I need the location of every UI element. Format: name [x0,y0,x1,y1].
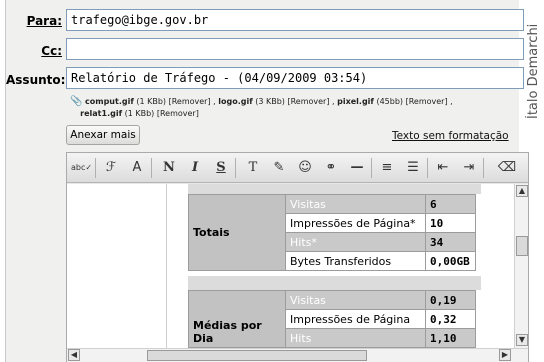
vertical-scrollbar[interactable]: ▲ ▼ [514,184,528,348]
metric-value: 6 [426,195,475,213]
metric-label: Hits [286,329,425,347]
horizontal-rule-icon[interactable]: — [347,159,367,177]
spellcheck-icon[interactable]: abc✓ [71,159,92,177]
metric-label: Visitas [286,195,425,213]
photo-credit: Ítalo Demarchi [526,4,542,119]
attachment-size: (1 KBb) [136,97,167,106]
attachment-size: (3 KBb) [255,97,285,106]
metric-value: 0,32 [426,310,475,328]
editor-toolbar: abc✓ ℱ A N I S T ✎ ☺ ⚭ — ≡ ☰ ⇤ ⇥ ⌫ [67,153,528,183]
remove-link[interactable]: [Remover] [169,97,211,106]
photo-credit-text: Ítalo Demarchi [526,23,541,119]
bold-button[interactable]: N [159,159,179,177]
text-color-icon[interactable]: T [243,159,263,177]
to-label: Para: [26,14,62,28]
attachment-size: (1 KBb) [124,109,155,118]
cc-label: Cc: [41,44,62,58]
attachment-list: 📎 comput.gif (1 KBb) [Remover] , logo.gi… [70,96,520,120]
plain-text-link[interactable]: Texto sem formatação [392,130,509,142]
rich-text-editor: abc✓ ℱ A N I S T ✎ ☺ ⚭ — ≡ ☰ ⇤ ⇥ ⌫ Totai… [66,152,529,362]
toolbar-divider [95,158,96,178]
attachment-name: pixel.gif [337,97,374,106]
metric-label: Bytes Transferidos [286,252,425,270]
subject-label: Assunto: [6,73,66,87]
attachment-size: (45bb) [376,97,404,106]
subject-field[interactable]: Relatório de Tráfego - (04/09/2009 03:54… [66,67,524,89]
highlight-icon[interactable]: ✎ [269,159,289,177]
metric-value: 0,00GB [426,252,475,270]
attachment-name: logo.gif [218,97,253,106]
clear-format-icon[interactable]: ⌫ [497,159,517,177]
list-icon[interactable]: ☰ [403,159,423,177]
table-spacer [188,184,481,194]
align-icon[interactable]: ≡ [377,159,397,177]
content-margin [67,184,167,348]
attachment-separator: , [332,97,335,106]
table-spacer [188,276,481,290]
remove-link[interactable]: [Remover] [406,97,448,106]
compose-window: Para: trafego@ibge.gov.br Cc: Assunto: R… [5,0,529,362]
font-size-icon[interactable]: A [127,159,147,177]
remove-link[interactable]: [Remover] [157,109,199,118]
italic-button[interactable]: I [185,159,205,177]
indent-icon[interactable]: ⇥ [459,159,479,177]
scroll-up-icon[interactable]: ▲ [516,185,528,197]
scroll-thumb[interactable] [147,350,367,361]
attachment-name: comput.gif [85,97,134,106]
toolbar-divider [235,158,236,178]
scroll-thumb[interactable] [516,236,528,256]
to-field[interactable]: trafego@ibge.gov.br [66,9,524,31]
metric-value: 34 [426,233,475,251]
font-family-icon[interactable]: ℱ [101,159,121,177]
scroll-down-icon[interactable]: ▼ [516,334,528,346]
editor-content[interactable]: Totais Visitas 6 Impressões de Página* 1… [67,184,514,348]
metric-label: Impressões de Página* [286,214,425,232]
totals-table: Totais Visitas 6 Impressões de Página* 1… [188,194,476,271]
metric-value: 0,19 [426,291,475,309]
outdent-icon[interactable]: ⇤ [433,159,453,177]
attachment-name: relat1.gif [80,109,123,118]
link-icon[interactable]: ⚭ [321,159,341,177]
totals-heading: Totais [189,195,285,270]
paperclip-icon: 📎 [70,96,83,107]
metric-label: Impressões de Página [286,310,425,328]
underline-button[interactable]: S [211,159,231,177]
scroll-left-icon[interactable]: ◀ [68,349,80,361]
scroll-right-icon[interactable]: ▶ [499,349,511,361]
emoticon-icon[interactable]: ☺ [295,159,315,177]
toolbar-divider [483,158,484,178]
cc-field[interactable] [66,38,524,60]
daily-averages-heading: Médias por Dia [189,291,285,347]
toolbar-divider [371,158,372,178]
toolbar-divider [427,158,428,178]
attachment-separator: , [450,97,453,106]
toolbar-divider [151,158,152,178]
metric-label: Visitas [286,291,425,309]
attachment-separator: , [213,97,216,106]
metric-label: Hits* [286,233,425,251]
attach-more-button[interactable]: Anexar mais [66,125,140,145]
horizontal-scrollbar[interactable]: ◀ ▶ [67,348,528,362]
metric-value: 1,10 [426,329,475,347]
daily-averages-table: Médias por Dia Visitas 0,19 Impressões d… [188,290,476,348]
metric-value: 10 [426,214,475,232]
remove-link[interactable]: [Remover] [287,97,329,106]
